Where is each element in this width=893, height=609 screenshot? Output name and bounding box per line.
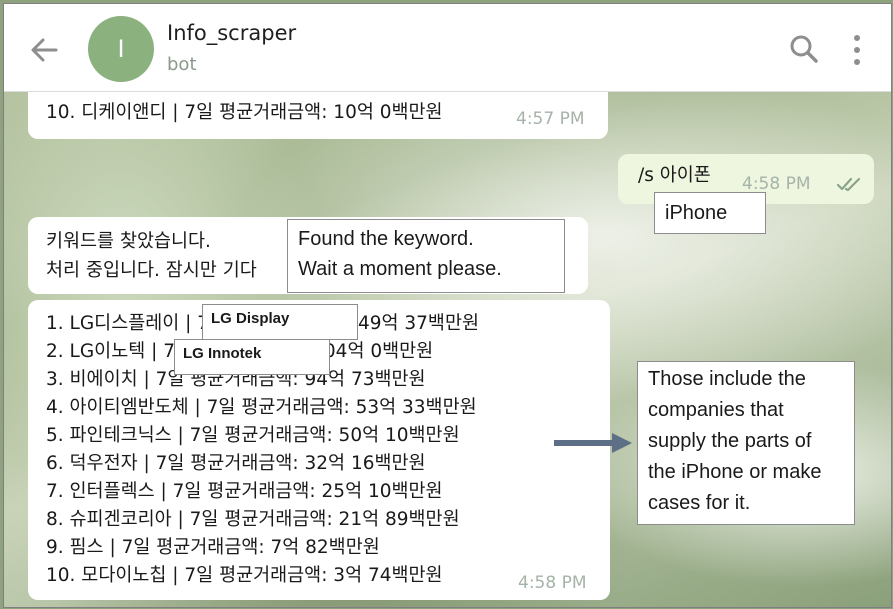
message-time: 4:57 PM [516,109,585,129]
list-item: 6. 덕우전자 | 7일 평균거래금액: 32억 16백만원 [46,453,426,474]
chat-window: I Info_scraper bot 10. 디케이앤디 | 7일 평균거래금액… [3,3,892,608]
annotation-lg-display: LG Display [202,304,358,340]
list-item: 4. 아이티엠반도체 | 7일 평균거래금액: 53억 33백만원 [46,397,477,418]
message-time: 4:58 PM [518,573,587,593]
status-line-1: 키워드를 찾았습니다. [46,231,211,252]
message-incoming-previous[interactable]: 10. 디케이앤디 | 7일 평균거래금액: 10억 0백만원 4:57 PM [28,92,608,139]
message-text: /s 아이폰 [638,165,711,186]
annotation-found-line-1: Found the keyword. [298,228,474,250]
list-item: 7. 인터플렉스 | 7일 평균거래금액: 25억 10백만원 [46,481,443,502]
annotation-iphone: iPhone [654,192,766,234]
explanation-line: supply the parts of [648,430,812,452]
list-item: 10. 모다이노칩 | 7일 평균거래금액: 3억 74백만원 [46,565,443,586]
double-check-icon [836,177,861,192]
chat-title[interactable]: Info_scraper [167,21,296,45]
status-line-2: 처리 중입니다. 잠시만 기다 [46,260,257,281]
explanation-line: Those include the [648,368,806,390]
message-time: 4:58 PM [742,174,811,194]
more-vert-icon[interactable] [850,34,864,66]
list-item: 8. 슈피겐코리아 | 7일 평균거래금액: 21억 89백만원 [46,509,460,530]
chat-header: I Info_scraper bot [4,4,891,92]
list-item: 9. 핌스 | 7일 평균거래금액: 7억 82백만원 [46,537,380,558]
avatar[interactable]: I [88,16,154,82]
right-arrow-icon [554,433,632,453]
annotation-found-line-2: Wait a moment please. [298,258,502,280]
explanation-line: cases for it. [648,492,751,514]
annotation-found-keyword: Found the keyword. Wait a moment please. [287,219,565,293]
chat-subtitle: bot [167,54,197,75]
list-item: 5. 파인테크닉스 | 7일 평균거래금액: 50억 10백만원 [46,425,460,446]
message-text: 10. 디케이앤디 | 7일 평균거래금액: 10억 0백만원 [46,102,443,123]
search-icon[interactable] [789,34,819,64]
annotation-explanation: Those include the companies that supply … [637,361,855,525]
explanation-line: companies that [648,399,784,421]
annotation-lg-innotek: LG Innotek [174,339,330,375]
back-arrow-icon[interactable] [26,32,62,68]
explanation-line: the iPhone or make [648,461,822,483]
